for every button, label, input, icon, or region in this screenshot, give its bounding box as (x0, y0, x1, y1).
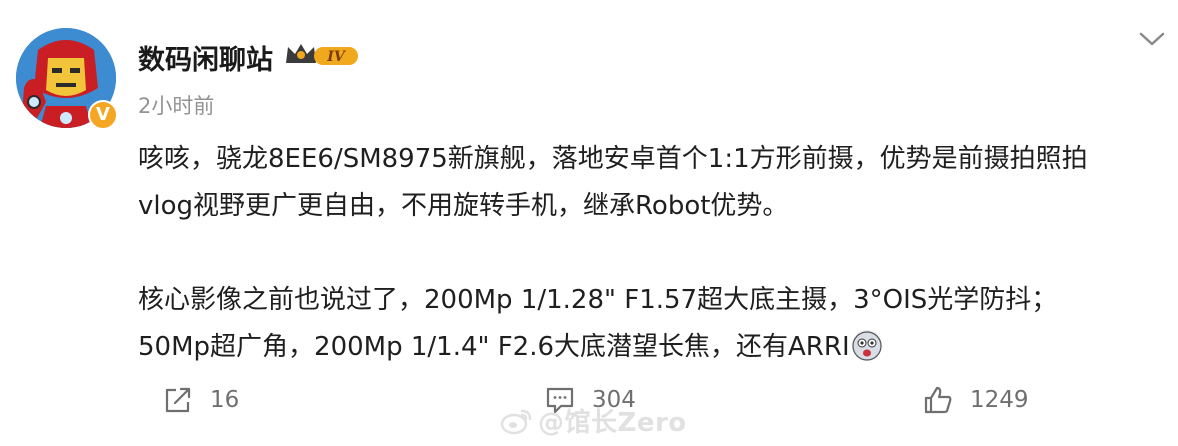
post-line: 50Mp超广角，200Mp 1/1.4" F2.6大底潜望长焦，还有ARRI (138, 324, 1158, 371)
repost-button[interactable]: 16 (162, 383, 239, 417)
level-badge-text: IV (326, 49, 347, 65)
post-line-text: 核心影像之前也说过了，200Mp 1/1.28" F1.57超大底主摄，3°OI… (138, 285, 1058, 315)
emoji-face-icon (851, 330, 882, 361)
like-icon (924, 386, 952, 414)
post-line: vlog视野更广更自由，不用旋转手机，继承Robot优势。 (138, 191, 789, 221)
repost-count: 16 (210, 387, 240, 413)
repost-icon (165, 387, 191, 413)
verified-mark: V (96, 104, 110, 125)
post-line: 咳咳，骁龙8EE6/SM8975新旗舰，落地安卓首个1:1方形前摄，优势是前摄拍… (138, 144, 1088, 174)
post-line-text: 50Mp超广角，200Mp 1/1.4" F2.6大底潜望长焦，还有ARRI (138, 332, 850, 362)
watermark-text: @馆长Zero (538, 408, 687, 438)
like-button[interactable]: 1249 (922, 383, 1029, 417)
watermark: @馆长Zero (500, 402, 687, 439)
post-text: 咳咳，骁龙8EE6/SM8975新旗舰，落地安卓首个1:1方形前摄，优势是前摄拍… (138, 136, 1158, 371)
like-count: 1249 (970, 387, 1029, 413)
username[interactable]: 数码闲聊站 (138, 38, 273, 77)
post-time[interactable]: 2小时前 (138, 90, 214, 120)
chevron-down-icon[interactable] (1138, 30, 1166, 48)
weibo-logo-icon (500, 409, 532, 434)
crown-badge-icon[interactable]: IV (284, 41, 362, 69)
post-line: 核心影像之前也说过了，200Mp 1/1.28" F1.57超大底主摄，3°OI… (138, 277, 1158, 324)
verified-badge: V (88, 100, 118, 130)
